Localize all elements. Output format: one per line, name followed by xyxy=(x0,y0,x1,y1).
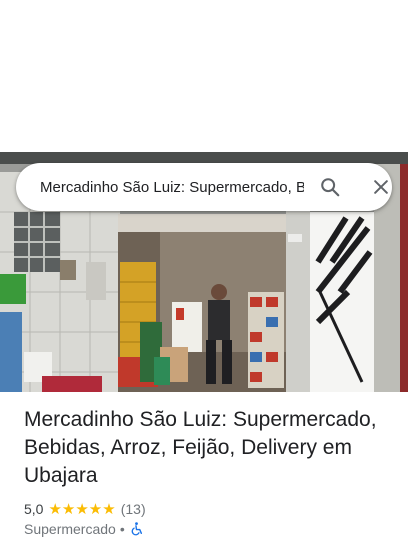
rating-value: 5,0 xyxy=(24,501,44,517)
separator-dot: • xyxy=(119,521,125,537)
category-row: Supermercado • xyxy=(24,520,143,538)
wheelchair-accessible-icon xyxy=(130,522,143,536)
blank-area xyxy=(0,0,408,152)
search-input[interactable] xyxy=(40,163,304,211)
place-category: Supermercado xyxy=(24,521,116,537)
review-count[interactable]: (13) xyxy=(121,501,146,517)
close-icon[interactable] xyxy=(369,175,393,199)
search-bar[interactable] xyxy=(16,163,392,211)
place-title: Mercadinho São Luiz: Supermercado, Bebid… xyxy=(24,408,377,487)
rating-row[interactable]: 5,0 ★★★★★ (13) xyxy=(24,500,146,518)
star-rating-icon: ★★★★★ xyxy=(48,501,116,518)
search-icon[interactable] xyxy=(318,175,342,199)
